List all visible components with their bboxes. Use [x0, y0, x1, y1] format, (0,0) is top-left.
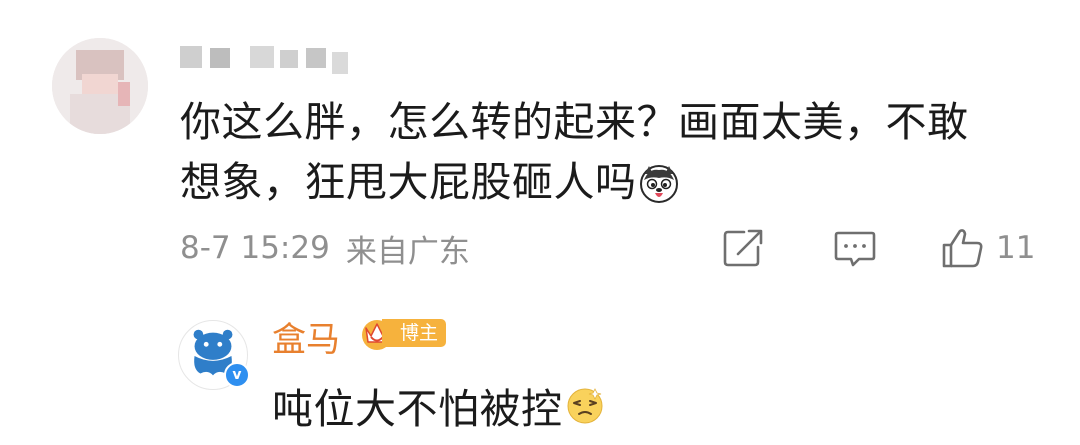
comment-item: 你这么胖，怎么转的起来？画面太美，不敢 想象，狂甩大屁股砸人吗 8-7 15:2… [0, 0, 1080, 300]
comment-location: 来自广东 [345, 233, 470, 270]
comment-text-line1: 你这么胖，怎么转的起来？画面太美，不敢 [180, 98, 969, 146]
reply-username[interactable]: 盒马 [272, 312, 340, 361]
comment-text-line2: 想象，狂甩大屁股砸人吗 [180, 152, 1040, 212]
commenter-username-blurred[interactable] [180, 38, 370, 78]
comment-time: 8-7 15:29 [180, 230, 330, 266]
reply-comment-button[interactable] [832, 226, 878, 270]
reply-text-content: 吨位大不怕被控 [272, 385, 563, 433]
like-button[interactable]: 11 [940, 226, 1050, 270]
comment-bubble-icon [832, 226, 878, 270]
comment-text: 你这么胖，怎么转的起来？画面太美，不敢 想象，狂甩大屁股砸人吗 [180, 92, 1040, 212]
comment-text-line2-text: 想象，狂甩大屁股砸人吗 [180, 158, 637, 206]
thumbs-up-icon [940, 226, 986, 270]
share-icon [720, 226, 766, 270]
reply-item: v 盒马 博主 吨位大不怕被控 [0, 300, 1080, 445]
badge-label: 博主 [382, 319, 447, 347]
husky-emoji-icon [639, 164, 679, 204]
reply-text: 吨位大不怕被控 [272, 375, 605, 435]
share-button[interactable] [720, 226, 766, 270]
blogger-badge: 博主 [358, 314, 447, 352]
verified-badge-icon: v [224, 362, 250, 388]
dizzy-face-emoji-icon [565, 385, 605, 425]
like-count: 11 [996, 230, 1036, 266]
commenter-avatar[interactable] [52, 38, 148, 134]
comment-meta: 8-7 15:29 来自广东 [180, 226, 470, 270]
